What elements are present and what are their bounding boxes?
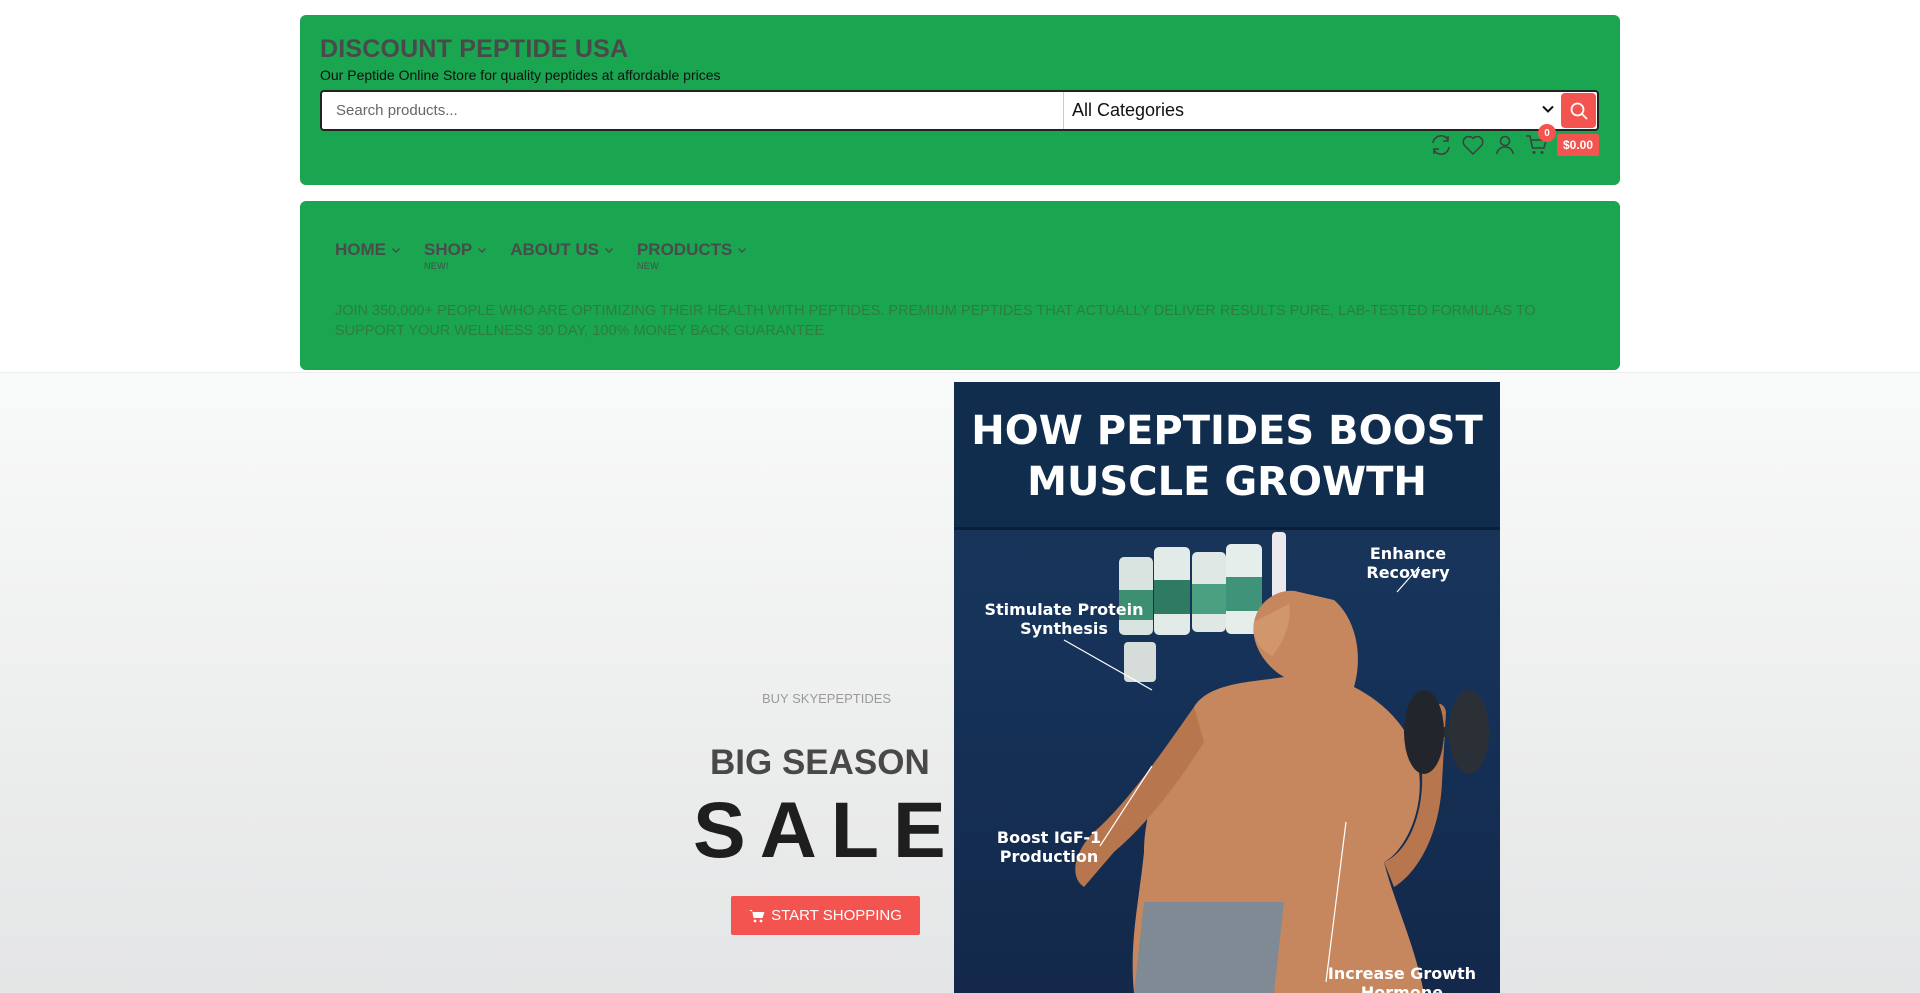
nav-item-label: SHOP [424,240,473,259]
nav-item-products[interactable]: PRODUCTS NEW [636,240,747,271]
category-select-value: All Categories [1072,100,1185,120]
nav-item-label: PRODUCTS [636,240,733,259]
poster-illustration [1063,532,1489,993]
label-enhance-recovery: Enhance Recovery [1366,544,1450,582]
site-header: DISCOUNT PEPTIDE USA Our Peptide Online … [300,15,1620,185]
compare-button[interactable] [1425,130,1457,160]
cart-count-badge: 0 [1538,124,1556,142]
nav-item-label: HOME [335,240,386,259]
wishlist-heart-icon [1462,135,1484,156]
search-input[interactable] [322,92,1062,129]
cart-total[interactable]: $0.00 [1557,134,1600,156]
chevron-down-icon [392,248,400,253]
hero-slider: BUY SKYEPEPTIDES BIG SEASON SALE START S… [0,373,1920,993]
compare-icon [1432,135,1450,155]
search-icon [1570,102,1588,120]
nav-badge-new: NEW! [424,261,449,271]
hero-poster-image: HOW PEPTIDES BOOST MUSCLE GROWTH Enhance… [954,382,1500,993]
chevron-down-icon [478,248,487,253]
nav-item-label: ABOUT US [510,240,599,259]
shopping-cart-icon [749,909,765,922]
category-select[interactable]: All Categories [1063,92,1563,129]
start-shopping-label: START SHOPPING [771,907,902,924]
header-icons: 0 $0.00 [1425,124,1600,160]
cart-button[interactable]: 0 [1521,124,1556,160]
site-tagline: Our Peptide Online Store for quality pep… [320,67,721,83]
label-increase-growth-hormone: Increase Growth Hormone [1327,964,1477,993]
chevron-down-icon [1542,105,1554,113]
site-title[interactable]: DISCOUNT PEPTIDE USA [320,35,628,64]
nav-item-about-us[interactable]: ABOUT US [510,240,614,260]
start-shopping-button[interactable]: START SHOPPING [731,896,920,935]
promo-banner-text: JOIN 350,000+ PEOPLE WHO ARE OPTIMIZING … [335,303,1536,339]
nav-badge-new: NEW [636,261,659,271]
dumbbell-graphic [1404,690,1489,774]
main-navigation: HOME SHOP NEW! ABOUT US PRODUCTS NEW JOI… [300,201,1620,370]
chevron-down-icon [738,248,747,253]
search-bar: All Categories [320,90,1599,131]
chevron-down-icon [604,248,613,253]
search-button[interactable] [1561,93,1596,128]
nav-item-shop[interactable]: SHOP NEW! [424,240,487,271]
nav-item-home[interactable]: HOME [335,240,401,260]
hero-sale-text: SALE [693,785,960,874]
account-user-icon [1496,135,1514,155]
wishlist-button[interactable] [1457,130,1489,160]
account-button[interactable] [1489,130,1521,160]
hero-title: BIG SEASON [710,743,930,782]
label-boost-igf1: Boost IGF-1 Production [996,828,1102,866]
hero-kicker: BUY SKYEPEPTIDES [762,691,892,706]
label-stimulate-protein-synthesis: Stimulate Protein Synthesis [984,600,1144,638]
nav-menu: HOME SHOP NEW! ABOUT US PRODUCTS NEW [335,240,770,271]
